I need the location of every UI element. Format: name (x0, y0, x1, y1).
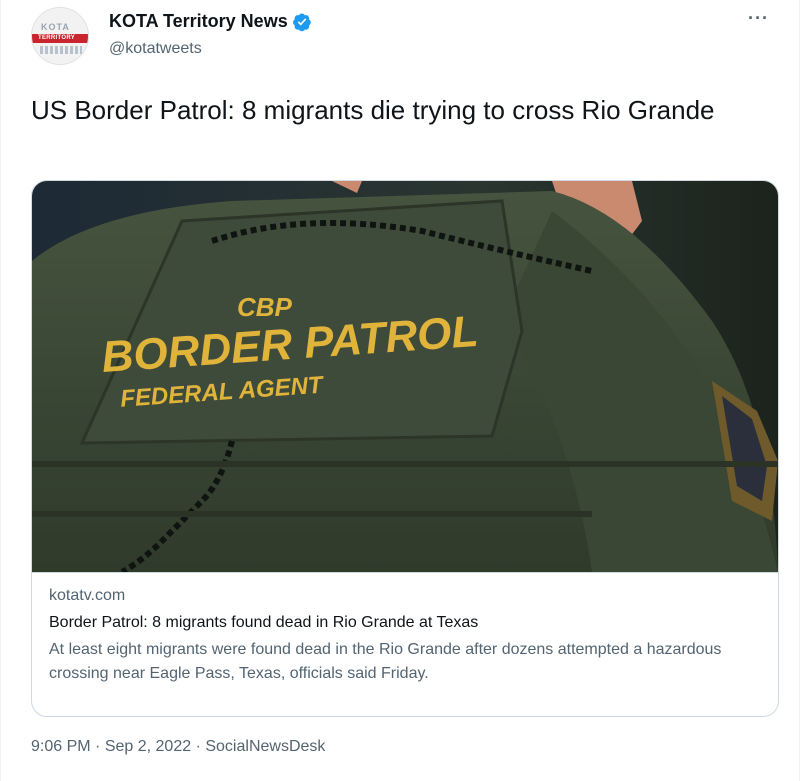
card-domain: kotatv.com (49, 587, 126, 604)
separator-dot: · (95, 738, 101, 755)
more-options-icon[interactable]: ··· (748, 8, 769, 29)
link-card[interactable]: CBP BORDER PATROL FEDERAL AGENT kotatv.c… (31, 180, 779, 717)
card-title: Border Patrol: 8 migrants found dead in … (49, 614, 479, 631)
vest-strap (32, 461, 778, 467)
avatar-logo-mark: KOTA (41, 22, 70, 32)
avatar-logo-band: TERRITORY (32, 34, 88, 43)
patch-text-cbp: CBP (237, 292, 293, 322)
tweet-date[interactable]: Sep 2, 2022 (105, 738, 191, 755)
avatar-logo-stripes (40, 46, 82, 54)
author-name-row[interactable]: KOTA Territory News (109, 11, 312, 32)
card-image[interactable]: CBP BORDER PATROL FEDERAL AGENT (32, 181, 778, 572)
tweet-source[interactable]: SocialNewsDesk (205, 738, 325, 755)
tweet-time[interactable]: 9:06 PM (31, 738, 91, 755)
author-name[interactable]: KOTA Territory News (109, 11, 288, 32)
avatar[interactable]: KOTA TERRITORY (31, 7, 89, 65)
vest-strap-lower (32, 511, 592, 517)
tweet: KOTA TERRITORY KOTA Territory News @kota… (0, 0, 800, 781)
tweet-timestamp: 9:06 PM · Sep 2, 2022 · SocialNewsDesk (31, 738, 325, 756)
verified-badge-icon (292, 13, 311, 31)
separator-dot: · (195, 738, 201, 755)
tweet-text: US Border Patrol: 8 migrants die trying … (31, 95, 715, 125)
author-handle[interactable]: @kotatweets (109, 40, 202, 58)
card-meta[interactable]: kotatv.com Border Patrol: 8 migrants fou… (32, 572, 778, 716)
avatar-logo-text: TERRITORY (38, 35, 76, 41)
card-description: At least eight migrants were found dead … (49, 641, 722, 682)
